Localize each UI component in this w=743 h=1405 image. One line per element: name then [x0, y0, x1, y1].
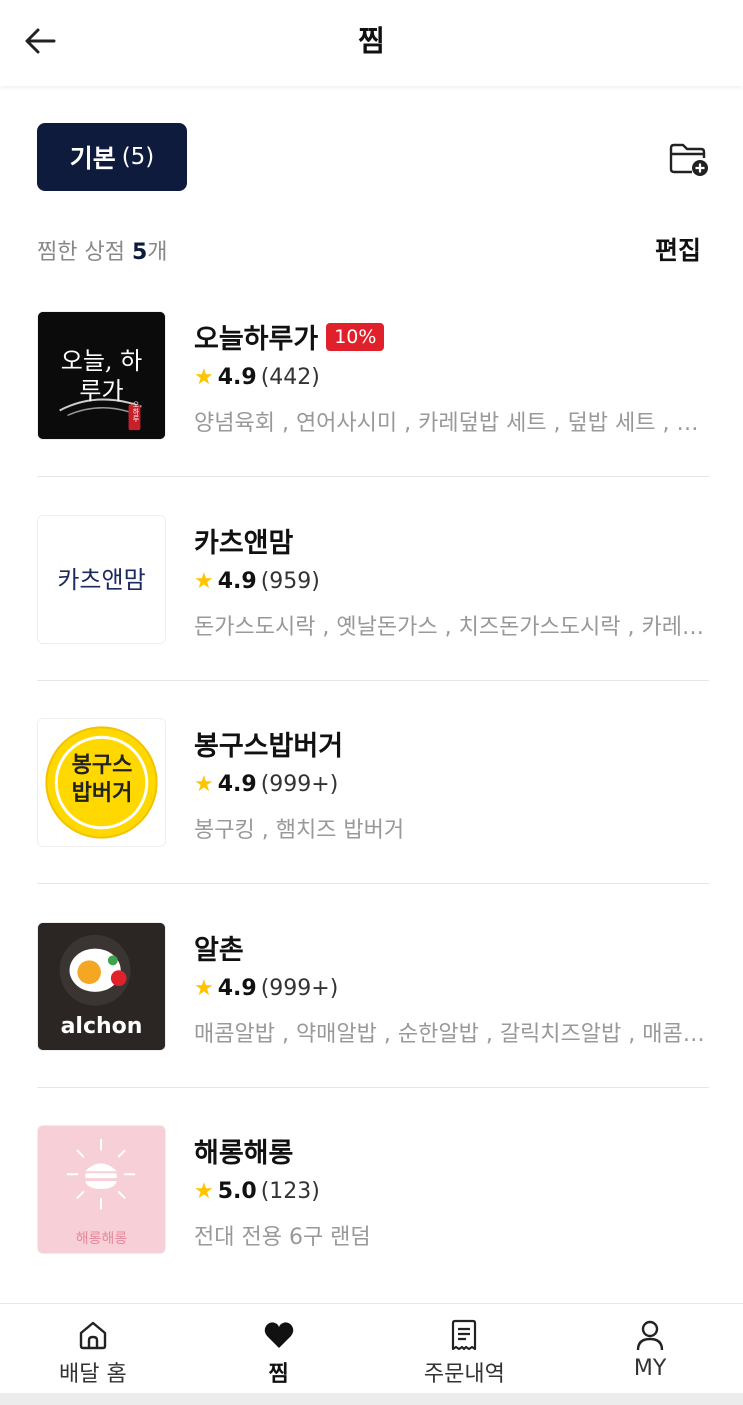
- system-bar: [0, 1393, 743, 1405]
- store-menu: 봉구킹 , 햄치즈 밥버거: [194, 818, 405, 843]
- star-icon: ★: [194, 976, 214, 1001]
- logo-text-katsu: 카츠앤맘: [57, 566, 146, 594]
- bottom-navigation: 배달 홈 찜 주문내역 MY: [0, 1303, 743, 1393]
- nav-orders[interactable]: 주문내역: [372, 1304, 558, 1393]
- review-count: (442): [260, 365, 320, 390]
- rating-score: 4.9: [217, 976, 257, 1001]
- star-icon: ★: [194, 772, 214, 797]
- nav-home[interactable]: 배달 홈: [0, 1304, 186, 1393]
- folder-name: 기본: [69, 144, 116, 173]
- store-name-row: 봉구스밥버거: [194, 724, 343, 763]
- store-name: 알촌: [194, 935, 244, 966]
- rating-score: 4.9: [217, 772, 257, 797]
- summary-prefix: 찜한 상점: [37, 240, 132, 265]
- nav-label: 주문내역: [423, 1362, 505, 1387]
- store-name-row: 오늘하루가 10%: [194, 317, 385, 356]
- nav-label: MY: [633, 1356, 667, 1381]
- summary-count: 5: [131, 240, 148, 265]
- store-name: 봉구스밥버거: [194, 731, 344, 762]
- folder-count: (5): [121, 144, 155, 170]
- page-title: 찜: [358, 24, 385, 58]
- star-icon: ★: [194, 365, 214, 390]
- wishlist-summary: 찜한 상점 5개: [37, 234, 168, 266]
- store-rating: ★ 4.9 (442): [194, 365, 320, 390]
- logo-text: 오늘, 하루가: [60, 346, 143, 405]
- divider: [37, 476, 709, 477]
- store-menu: 양념육회 , 연어사시미 , 카레덮밥 세트 , 덮밥 세트 , 카레덮밥 , …: [194, 411, 709, 436]
- add-folder-icon[interactable]: [668, 140, 710, 178]
- store-rating: ★ 5.0 (123): [194, 1179, 320, 1204]
- logo-text-bongus: 봉구스 밥버거: [71, 753, 133, 806]
- summary-suffix: 개: [147, 240, 168, 265]
- rating-score: 4.9: [217, 569, 257, 594]
- folder-tab-default[interactable]: 기본 (5): [37, 123, 187, 191]
- store-rating: ★ 4.9 (999+): [194, 976, 338, 1001]
- star-icon: ★: [194, 1179, 214, 1204]
- divider: [37, 1087, 709, 1088]
- store-rating: ★ 4.9 (999+): [194, 772, 338, 797]
- store-menu: 돈가스도시락 , 옛날돈가스 , 치즈돈가스도시락 , 카레돈가스: [194, 615, 709, 640]
- nav-wishlist[interactable]: 찜: [186, 1304, 372, 1393]
- logo-text-alchon: alchon: [60, 1014, 143, 1039]
- store-item[interactable]: 해롱해롱 ★ 5.0 (123) 전대 전용 6구 랜덤: [37, 1125, 709, 1329]
- review-count: (999+): [260, 976, 339, 1001]
- store-name: 해롱해롱: [194, 1138, 294, 1169]
- store-name: 카츠앤맘: [194, 528, 294, 559]
- logo-seal-text: 오하루: [132, 401, 140, 422]
- logo-text-haerong: 해롱해롱: [75, 1231, 128, 1247]
- store-menu: 전대 전용 6구 랜덤: [194, 1225, 371, 1250]
- receipt-icon: [452, 1319, 477, 1351]
- store-menu: 매콤알밥 , 약매알밥 , 순한알밥 , 갈릭치즈알밥 , 매콤치즈알밥: [194, 1022, 709, 1047]
- rating-score: 4.9: [217, 365, 257, 390]
- rating-score: 5.0: [217, 1179, 257, 1204]
- nav-label: 배달 홈: [59, 1362, 127, 1387]
- logo-text-onul: 오늘, 하루가 오하루: [37, 311, 166, 440]
- store-item[interactable]: 카츠앤맘 ★ 4.9 (959) 돈가스도시락 , 옛날돈가스 , 치즈돈가스도…: [37, 515, 709, 719]
- divider: [37, 680, 709, 681]
- store-name: 오늘하루가: [194, 324, 319, 355]
- store-name-row: 알촌: [194, 928, 244, 967]
- home-icon: [79, 1321, 107, 1350]
- edit-button[interactable]: 편집: [655, 231, 701, 267]
- user-icon: [636, 1320, 664, 1351]
- star-icon: ★: [194, 569, 214, 594]
- store-item[interactable]: 봉구스밥버거 ★ 4.9 (999+) 봉구킹 , 햄치즈 밥버거: [37, 718, 709, 922]
- review-count: (999+): [260, 772, 339, 797]
- divider: [37, 883, 709, 884]
- nav-label: 찜: [268, 1362, 289, 1387]
- review-count: (959): [260, 569, 320, 594]
- discount-badge: 10%: [326, 322, 385, 351]
- store-name-row: 해롱해롱: [194, 1131, 293, 1170]
- review-count: (123): [260, 1179, 320, 1204]
- heart-icon: [264, 1322, 293, 1348]
- nav-my[interactable]: MY: [557, 1304, 743, 1393]
- store-name-row: 카츠앤맘: [194, 521, 293, 560]
- top-bar: 찜: [0, 0, 743, 86]
- store-rating: ★ 4.9 (959): [194, 569, 320, 594]
